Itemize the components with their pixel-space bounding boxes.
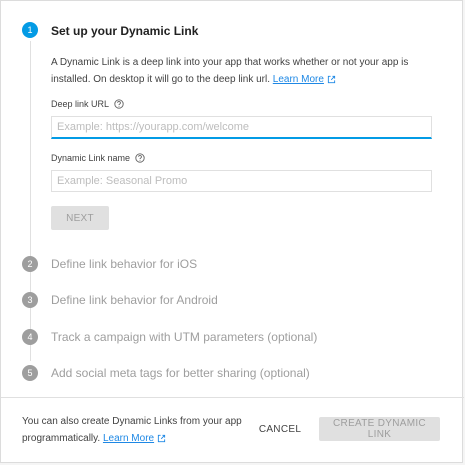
cancel-button[interactable]: CANCEL (252, 417, 308, 441)
open-in-new-icon[interactable] (157, 434, 166, 443)
step-5-title[interactable]: Add social meta tags for better sharing … (51, 366, 310, 380)
link-name-label: Dynamic Link name (51, 153, 145, 163)
description-text: A Dynamic Link is a deep link into your … (51, 57, 409, 85)
deep-link-label: Deep link URL (51, 99, 124, 109)
footer-divider (1, 397, 464, 398)
help-circle-icon[interactable] (135, 153, 145, 163)
create-dynamic-link-button[interactable]: CREATE DYNAMIC LINK (319, 417, 440, 441)
step-5-number: 5 (22, 365, 38, 381)
stepper-rail (30, 41, 31, 361)
step-2-title[interactable]: Define link behavior for iOS (51, 257, 197, 271)
dynamic-link-dialog: 1 Set up your Dynamic Link A Dynamic Lin… (0, 0, 464, 463)
deep-link-label-text: Deep link URL (51, 99, 110, 109)
step-1-number: 1 (22, 22, 38, 38)
step-3-title[interactable]: Define link behavior for Android (51, 293, 218, 307)
step-1-description: A Dynamic Link is a deep link into your … (51, 54, 446, 88)
step-4-title[interactable]: Track a campaign with UTM parameters (op… (51, 330, 317, 344)
link-name-label-text: Dynamic Link name (51, 153, 131, 163)
learn-more-link[interactable]: Learn More (273, 74, 324, 85)
step-1-title[interactable]: Set up your Dynamic Link (51, 24, 198, 38)
step-4-number: 4 (22, 329, 38, 345)
link-name-input[interactable] (51, 170, 432, 192)
step-2-number: 2 (22, 256, 38, 272)
step-3-number: 3 (22, 292, 38, 308)
help-circle-icon[interactable] (114, 99, 124, 109)
footer-note: You can also create Dynamic Links from y… (22, 413, 242, 447)
next-button[interactable]: NEXT (51, 206, 109, 230)
footer-learn-more-link[interactable]: Learn More (103, 433, 154, 444)
deep-link-input[interactable] (51, 116, 432, 139)
open-in-new-icon[interactable] (327, 75, 336, 84)
